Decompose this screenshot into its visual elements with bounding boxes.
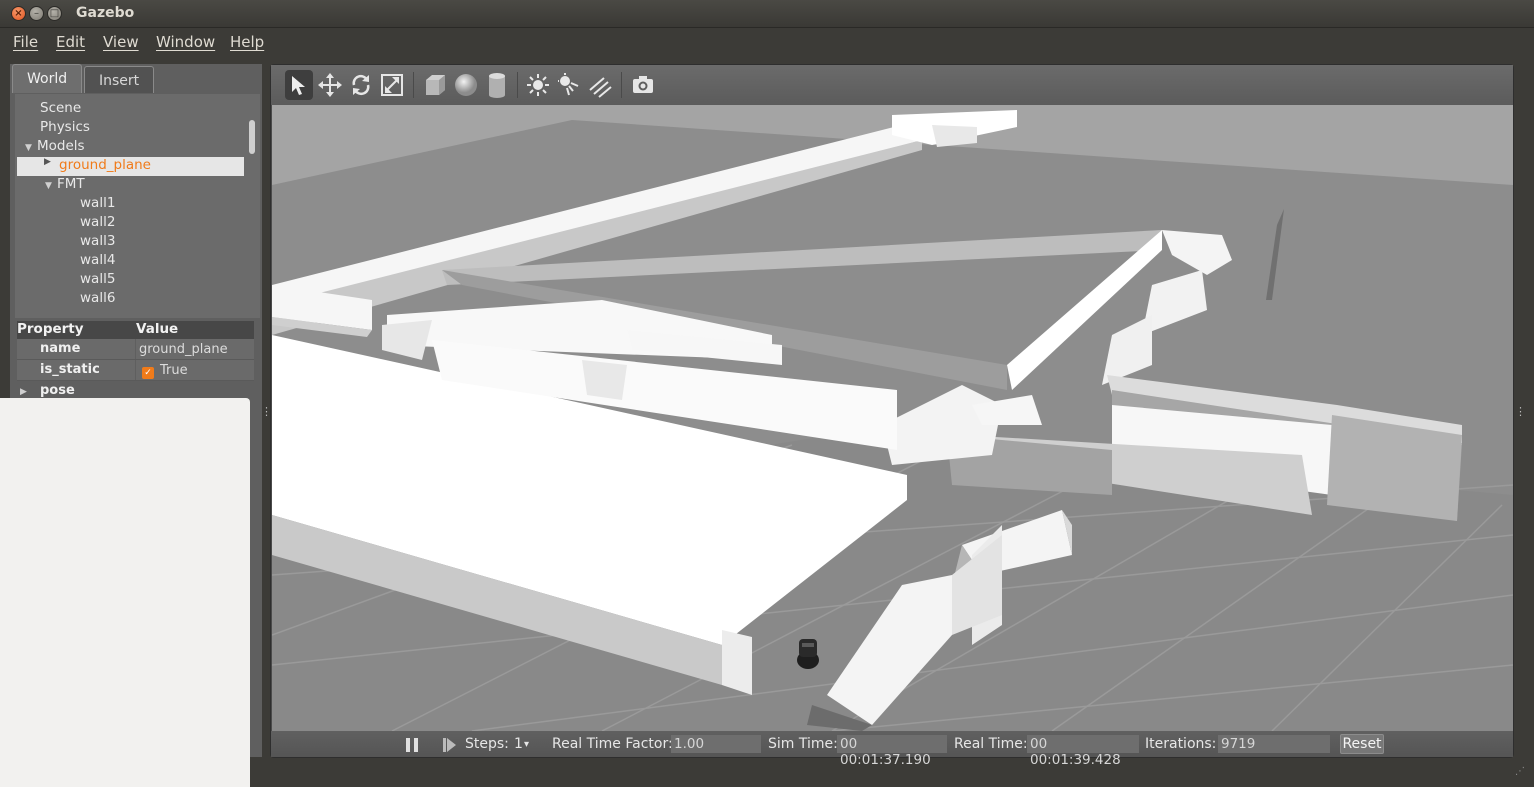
- value-column-header: Value: [136, 321, 179, 337]
- render-panel: Steps: 1 ▾ Real Time Factor: 1.00 Sim Ti…: [270, 64, 1514, 768]
- real-time-label: Real Time:: [954, 736, 1028, 752]
- robot-model: [797, 639, 819, 669]
- property-table-header: Property Value: [17, 321, 254, 339]
- scene-viewport[interactable]: [272, 105, 1513, 731]
- toolbar-separator: [517, 72, 518, 98]
- property-is-static-label: is_static: [17, 360, 135, 380]
- tree-item-wall[interactable]: wall4: [80, 252, 115, 271]
- property-row-name[interactable]: name ground_plane: [17, 339, 254, 360]
- maximize-window-button[interactable]: □: [47, 6, 62, 21]
- property-name-value[interactable]: ground_plane: [136, 339, 254, 359]
- scale-icon[interactable]: [378, 70, 406, 100]
- is-static-value-text: True: [160, 363, 188, 378]
- property-column-header: Property: [17, 321, 84, 337]
- property-table: Property Value name ground_plane is_stat…: [17, 321, 254, 402]
- blank-overlay-panel: [0, 398, 250, 787]
- menu-file[interactable]: File: [13, 33, 38, 51]
- tree-item-wall[interactable]: wall2: [80, 214, 115, 233]
- steps-value[interactable]: 1: [514, 736, 523, 752]
- tab-world[interactable]: World: [12, 64, 82, 93]
- spot-light-icon[interactable]: [555, 70, 583, 100]
- expand-arrow-icon[interactable]: ▼: [25, 143, 37, 153]
- right-splitter-handle-icon[interactable]: ⋮: [1515, 405, 1526, 419]
- directional-light-icon[interactable]: [586, 70, 614, 100]
- tree-scrollbar[interactable]: [249, 120, 255, 154]
- tree-item-models[interactable]: ▼ Models: [25, 138, 85, 157]
- tree-item-ground-plane-label: ground_plane: [59, 157, 151, 173]
- menu-bar: File Edit View Window Help: [0, 28, 1534, 56]
- tree-item-wall[interactable]: wall5: [80, 271, 115, 290]
- steps-dropdown-icon[interactable]: ▾: [524, 739, 529, 750]
- property-row-is-static[interactable]: is_static ✓ True: [17, 360, 254, 381]
- world-tree: Scene Physics ▼ Models ▶ ground_plane ▼ FMT…: [15, 94, 260, 318]
- checkbox-checked-icon[interactable]: ✓: [142, 367, 154, 379]
- tree-item-models-label: Models: [37, 138, 85, 154]
- tree-item-scene[interactable]: Scene: [40, 100, 81, 119]
- menu-window[interactable]: Window: [156, 33, 215, 51]
- left-splitter-handle-icon[interactable]: ⋮: [261, 405, 272, 419]
- sim-time-label: Sim Time:: [768, 736, 838, 752]
- iterations-label: Iterations:: [1145, 736, 1217, 752]
- reset-button[interactable]: Reset: [1340, 734, 1384, 754]
- tree-item-fmt[interactable]: ▼ FMT: [45, 176, 85, 195]
- tree-item-ground-plane[interactable]: ▶ ground_plane: [17, 157, 244, 176]
- steps-label: Steps:: [465, 736, 509, 752]
- iterations-value: 9719: [1218, 735, 1330, 753]
- title-bar: × – □ Gazebo: [0, 0, 1534, 28]
- rotate-icon[interactable]: [347, 70, 375, 100]
- point-light-icon[interactable]: [524, 70, 552, 100]
- tree-item-fmt-label: FMT: [57, 176, 85, 192]
- step-icon[interactable]: [441, 737, 457, 753]
- render-toolbar: [271, 65, 1513, 105]
- screenshot-icon[interactable]: [629, 70, 657, 100]
- translate-icon[interactable]: [316, 70, 344, 100]
- resize-grip-icon[interactable]: ⋰: [1515, 766, 1529, 780]
- property-is-static-value[interactable]: ✓ True: [136, 360, 254, 380]
- menu-view[interactable]: View: [103, 33, 139, 51]
- close-window-button[interactable]: ×: [11, 6, 26, 21]
- collapse-arrow-icon[interactable]: ▶: [44, 157, 56, 167]
- select-icon[interactable]: [285, 70, 313, 100]
- menu-edit[interactable]: Edit: [56, 33, 85, 51]
- menu-help[interactable]: Help: [230, 33, 264, 51]
- minimize-window-button[interactable]: –: [29, 6, 44, 21]
- expand-arrow-icon[interactable]: ▼: [45, 181, 57, 191]
- window-title: Gazebo: [76, 5, 135, 21]
- tree-item-physics[interactable]: Physics: [40, 119, 90, 138]
- sim-time-value: 00 00:01:37.190: [837, 735, 947, 768]
- pose-label-text: pose: [40, 383, 75, 398]
- tree-item-wall[interactable]: wall3: [80, 233, 115, 252]
- cylinder-icon[interactable]: [483, 70, 511, 100]
- tree-item-wall[interactable]: wall6: [80, 290, 115, 309]
- toolbar-separator: [621, 72, 622, 98]
- expand-arrow-icon[interactable]: ▶: [20, 387, 32, 397]
- toolbar-separator: [413, 72, 414, 98]
- rtf-value: 1.00: [671, 735, 761, 753]
- property-name-label: name: [17, 339, 135, 359]
- box-icon[interactable]: [421, 70, 449, 100]
- simulation-status-bar: Steps: 1 ▾ Real Time Factor: 1.00 Sim Ti…: [271, 731, 1513, 768]
- tab-insert[interactable]: Insert: [84, 66, 154, 93]
- pause-icon[interactable]: [404, 737, 420, 753]
- tree-item-wall[interactable]: wall1: [80, 195, 115, 214]
- scene-render: [272, 105, 1513, 731]
- rtf-label: Real Time Factor:: [552, 736, 673, 752]
- real-time-value: 00 00:01:39.428: [1027, 735, 1139, 768]
- sphere-icon[interactable]: [452, 70, 480, 100]
